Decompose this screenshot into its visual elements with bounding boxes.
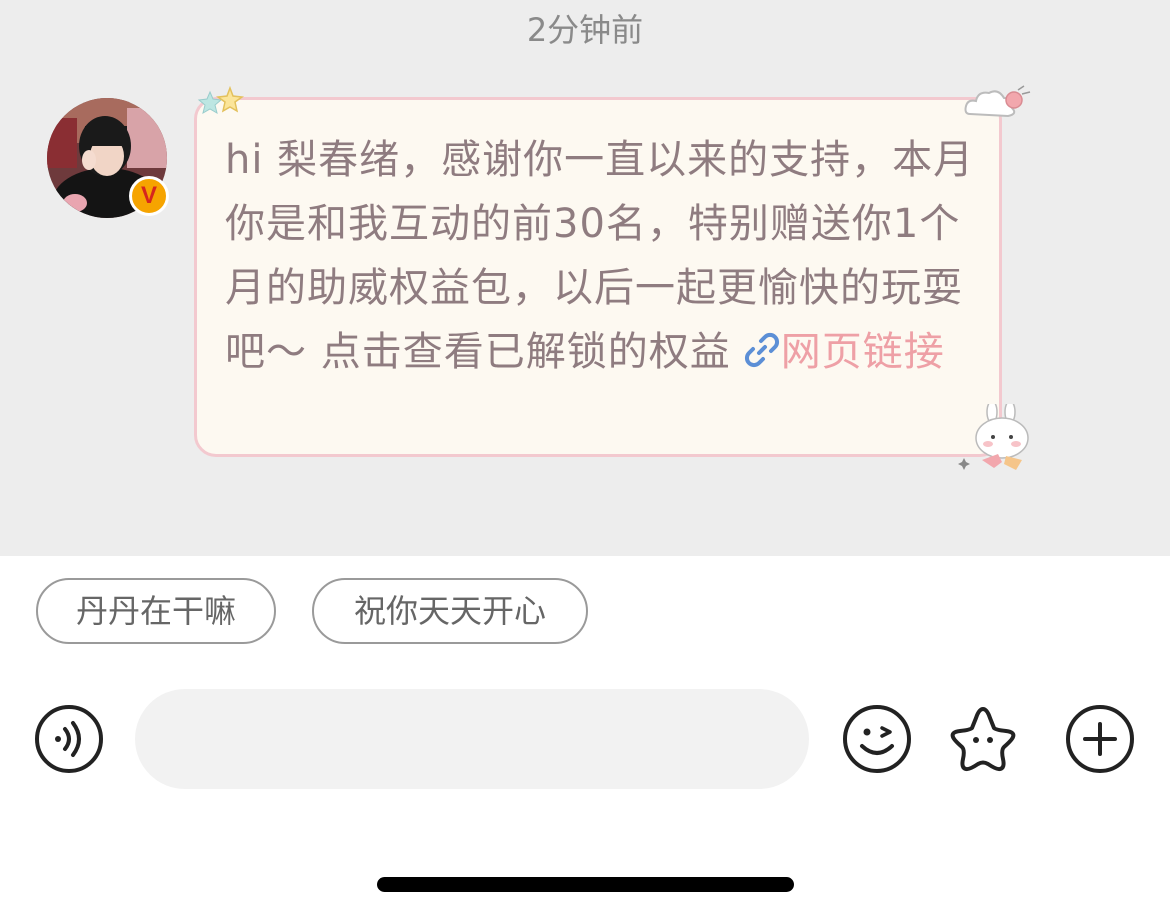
message-timestamp: 2分钟前 [526,11,644,49]
emoji-icon[interactable] [842,704,912,774]
star-decoration-icon [197,86,245,115]
message-text: hi 梨春绪，感谢你一直以来的支持，本月你是和我互动的前30名，特别赠送你1个月… [225,128,985,384]
home-indicator[interactable] [377,877,794,892]
chat-area: 2分钟前 V hi 梨春绪，感谢你一直以来的支持，本月你是和我互动的前30名，特… [0,0,1170,556]
bunny-decoration-icon [958,404,1029,470]
quick-reply-chip[interactable]: 丹丹在干嘛 [36,578,276,644]
quick-reply-chip[interactable]: 祝你天天开心 [312,578,588,644]
message-bubble[interactable]: hi 梨春绪，感谢你一直以来的支持，本月你是和我互动的前30名，特别赠送你1个月… [194,97,1002,457]
link-label: 网页链接 [780,329,945,375]
vip-badge: V [129,176,169,216]
sticker-star-icon[interactable] [948,704,1018,774]
web-link[interactable]: 网页链接 [731,329,945,375]
message-input[interactable] [135,689,809,789]
cloud-decoration-icon [964,85,1031,118]
link-icon [744,332,779,368]
avatar[interactable]: V [47,98,169,218]
add-icon[interactable] [1065,704,1135,774]
voice-icon[interactable] [34,704,104,774]
